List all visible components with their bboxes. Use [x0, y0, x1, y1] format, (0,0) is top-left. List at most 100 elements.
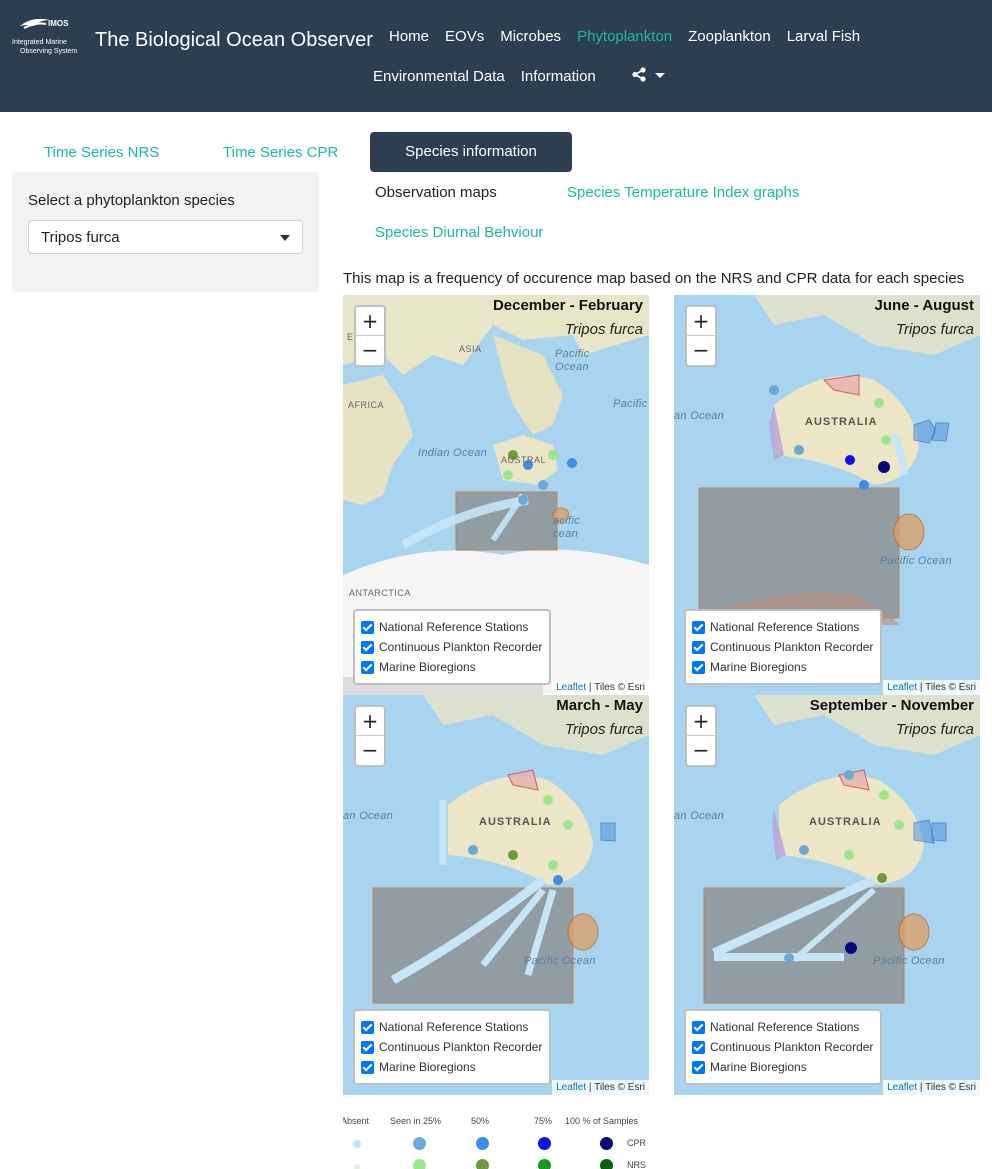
map-label-australia: AUSTRALIA	[805, 416, 878, 428]
checkbox-nrs[interactable]	[361, 621, 374, 634]
nav-environmental-data[interactable]: Environmental Data	[373, 68, 505, 85]
map-label-australia: AUSTRALIA	[479, 816, 552, 828]
zoom-out-button[interactable]: −	[356, 336, 384, 365]
nav-zooplankton[interactable]: Zooplankton	[688, 28, 771, 45]
tab-species-information[interactable]: Species information	[370, 132, 572, 172]
map-label-indian-ocean: an Ocean	[343, 810, 394, 822]
logo-text-top: IMOS	[48, 19, 69, 28]
map-label-austral: AUSTRAL	[501, 455, 547, 465]
map-label-indian-ocean: an Ocean	[674, 410, 725, 422]
zoom-in-button[interactable]: +	[356, 307, 384, 336]
layer-control: National Reference Stations Continuous P…	[353, 609, 551, 685]
checkbox-bioregions[interactable]	[692, 661, 705, 674]
legend-header-50: 50%	[471, 1116, 490, 1126]
nav-phytoplankton[interactable]: Phytoplankton	[577, 28, 672, 45]
leaflet-link[interactable]: Leaflet	[887, 682, 917, 693]
checkbox-bioregions[interactable]	[361, 661, 374, 674]
navbar: IMOS Integrated Marine Observing System …	[0, 0, 992, 112]
map-attribution: Leaflet | Tiles © Esri	[883, 1080, 980, 1095]
layer-label-cpr: Continuous Plankton Recorder	[379, 640, 543, 654]
zoom-in-button[interactable]: +	[687, 707, 715, 736]
legend-header-25: Seen in 25%	[390, 1116, 442, 1126]
species-select-label: Select a phytoplankton species	[28, 192, 235, 209]
leaflet-link[interactable]: Leaflet	[556, 1082, 586, 1093]
tab-time-series-cpr[interactable]: Time Series CPR	[223, 144, 338, 161]
tiles-credit: | Tiles © Esri	[917, 1082, 976, 1093]
checkbox-cpr[interactable]	[692, 641, 705, 654]
nav-information[interactable]: Information	[521, 68, 596, 85]
imos-logo[interactable]: IMOS Integrated Marine Observing System	[10, 14, 88, 60]
checkbox-nrs[interactable]	[361, 1021, 374, 1034]
map-description: This map is a frequency of occurence map…	[343, 270, 965, 287]
checkbox-bioregions[interactable]	[692, 1061, 705, 1074]
legend-dot-cpr-25	[413, 1137, 426, 1150]
zoom-out-button[interactable]: −	[356, 736, 384, 765]
checkbox-bioregions[interactable]	[361, 1061, 374, 1074]
leaflet-link[interactable]: Leaflet	[887, 1082, 917, 1093]
map-panel-sep-nov[interactable]: an Ocean AUSTRALIA Pacific Ocean Septemb…	[674, 695, 980, 1095]
legend-dot-cpr-75	[538, 1137, 551, 1150]
layer-control: National Reference Stations Continuous P…	[684, 609, 882, 685]
layer-label-cpr: Continuous Plankton Recorder	[379, 1040, 543, 1054]
legend-header-absent: Absent	[343, 1116, 370, 1126]
sidebar-panel: Select a phytoplankton species Tripos fu…	[12, 172, 319, 292]
zoom-control: + −	[685, 705, 717, 767]
zoom-in-button[interactable]: +	[687, 307, 715, 336]
layer-control: National Reference Stations Continuous P…	[353, 1009, 551, 1085]
map-label-antarctica: ANTARCTICA	[349, 588, 411, 598]
species-select-value: Tripos furca	[41, 229, 120, 246]
map-label-pacific-ocean: Pacific Ocean	[873, 955, 945, 967]
layer-label-nrs: National Reference Stations	[379, 620, 529, 634]
legend-dot-cpr-100	[600, 1137, 613, 1150]
tab-time-series-nrs[interactable]: Time Series NRS	[44, 144, 159, 161]
map-label-asia: ASIA	[459, 344, 482, 354]
map-season-title: June - August	[874, 297, 974, 314]
share-dropdown[interactable]	[632, 66, 670, 86]
map-attribution: Leaflet | Tiles © Esri	[552, 680, 649, 695]
zoom-control: + −	[685, 305, 717, 367]
layer-label-nrs: National Reference Stations	[710, 620, 860, 634]
map-label-indian-ocean: an Ocean	[674, 810, 725, 822]
nav-larval-fish[interactable]: Larval Fish	[787, 28, 860, 45]
legend-dot-nrs-absent	[354, 1164, 360, 1169]
brand-title[interactable]: The Biological Ocean Observer	[95, 29, 373, 52]
subtab-sti-graphs[interactable]: Species Temperature Index graphs	[567, 184, 799, 201]
legend-dot-cpr-absent	[353, 1140, 361, 1148]
zoom-control: + −	[354, 705, 386, 767]
leaflet-link[interactable]: Leaflet	[556, 682, 586, 693]
subtab-observation-maps[interactable]: Observation maps	[375, 184, 497, 201]
zoom-in-button[interactable]: +	[356, 707, 384, 736]
legend-dot-nrs-100	[600, 1159, 613, 1169]
layer-label-bioregions: Marine Bioregions	[710, 660, 807, 674]
map-panel-dec-feb[interactable]: E ASIA Pacific Ocean AFRICA Pacific Indi…	[343, 295, 649, 695]
share-icon	[632, 67, 665, 82]
subtab-diurnal-behaviour[interactable]: Species Diurnal Behviour	[375, 224, 543, 241]
layer-label-nrs: National Reference Stations	[379, 1020, 529, 1034]
zoom-out-button[interactable]: −	[687, 336, 715, 365]
zoom-out-button[interactable]: −	[687, 736, 715, 765]
checkbox-cpr[interactable]	[692, 1041, 705, 1054]
species-select[interactable]: Tripos furca	[28, 220, 303, 254]
map-label-indian-ocean: Indian Ocean	[418, 447, 488, 459]
map-panel-mar-may[interactable]: an Ocean AUSTRALIA Pacific Ocean March -…	[343, 695, 649, 1095]
nav-eovs[interactable]: EOVs	[445, 28, 484, 45]
map-panel-jun-aug[interactable]: an Ocean AUSTRALIA Pacific Ocean June - …	[674, 295, 980, 695]
layer-label-bioregions: Marine Bioregions	[379, 660, 476, 674]
nav-home[interactable]: Home	[389, 28, 429, 45]
map-species-name: Tripos furca	[564, 321, 643, 338]
layer-label-cpr: Continuous Plankton Recorder	[710, 1040, 874, 1054]
checkbox-cpr[interactable]	[361, 641, 374, 654]
checkbox-nrs[interactable]	[692, 1021, 705, 1034]
layer-control: National Reference Stations Continuous P…	[684, 1009, 882, 1085]
checkbox-nrs[interactable]	[692, 621, 705, 634]
logo-text-1: Integrated Marine	[12, 39, 67, 46]
checkbox-cpr[interactable]	[361, 1041, 374, 1054]
nav-microbes[interactable]: Microbes	[500, 28, 561, 45]
map-season-title: March - May	[556, 697, 643, 714]
map-attribution: Leaflet | Tiles © Esri	[552, 1080, 649, 1095]
map-season-title: December - February	[492, 297, 643, 314]
frequency-legend: Absent Seen in 25% 50% 75% 100 % of Samp…	[343, 1112, 663, 1169]
legend-row-nrs: NRS	[627, 1160, 647, 1169]
legend-header-100: 100 % of Samples	[565, 1116, 639, 1126]
map-label-australia: AUSTRALIA	[809, 816, 882, 828]
